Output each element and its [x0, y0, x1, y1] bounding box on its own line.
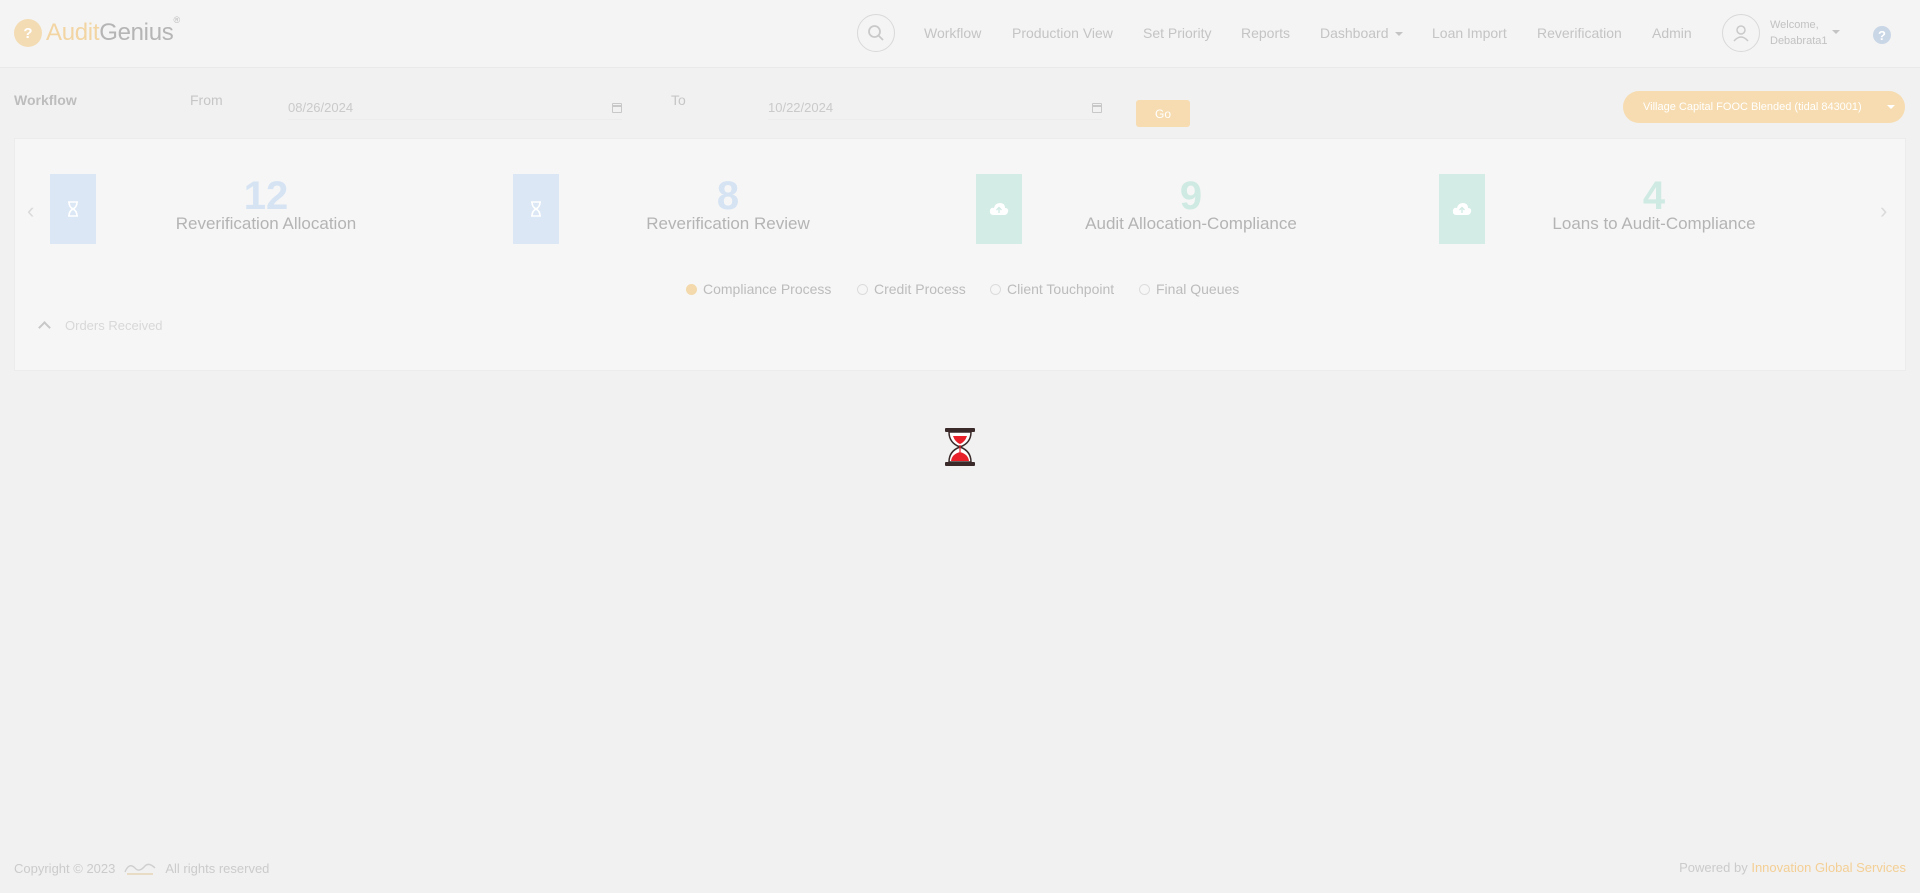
- stat-card-reverification-allocation[interactable]: 12 Reverification Allocation: [50, 174, 370, 244]
- radio-label: Compliance Process: [703, 281, 832, 297]
- client-select[interactable]: Village Capital FOOC Blended (tidal 8430…: [1623, 91, 1905, 123]
- from-date-value: 08/26/2024: [288, 100, 354, 115]
- carousel-next-arrow-icon[interactable]: ›: [1880, 198, 1887, 224]
- main-nav: Workflow Production View Set Priority Re…: [0, 25, 1920, 45]
- user-icon: [1733, 25, 1749, 42]
- stat-label: Loans to Audit-Compliance: [1552, 214, 1756, 233]
- footer-copyright: Copyright © 2023 All rights reserved: [14, 860, 269, 876]
- top-header: ? AuditGenius® Workflow Production View …: [0, 0, 1920, 68]
- stat-value: 12: [243, 174, 289, 218]
- stat-label: Reverification Review: [646, 214, 810, 233]
- radio-label: Credit Process: [874, 281, 966, 297]
- page-title: Workflow: [14, 92, 77, 108]
- stat-label: Reverification Allocation: [175, 214, 357, 233]
- radio-dot: [1139, 283, 1150, 295]
- radio-dot: [990, 283, 1001, 295]
- stat-value: 9: [1179, 174, 1203, 218]
- user-welcome: Welcome,: [1770, 19, 1819, 31]
- user-name: Debabrata1: [1770, 35, 1828, 47]
- cloud-upload-icon: [989, 203, 1009, 215]
- workflow-panel: [14, 138, 1906, 371]
- radio-final-queues[interactable]: Final Queues: [1139, 281, 1239, 297]
- from-date-field[interactable]: 08/26/2024: [288, 98, 622, 120]
- client-select-value: Village Capital FOOC Blended (tidal 8430…: [1643, 101, 1862, 113]
- footer-powered-by: Powered by Innovation Global Services: [1679, 860, 1906, 875]
- rights-text: All rights reserved: [165, 860, 270, 876]
- nav-item-reverification[interactable]: Reverification: [1537, 25, 1622, 41]
- orders-received-label: Orders Received: [65, 318, 163, 333]
- nav-item-workflow[interactable]: Workflow: [924, 25, 981, 41]
- stat-card-icon-box: [513, 174, 559, 244]
- logo-trademark: ®: [173, 15, 180, 25]
- calendar-icon[interactable]: [612, 103, 622, 113]
- nav-item-set-priority[interactable]: Set Priority: [1143, 25, 1211, 41]
- nav-item-reports[interactable]: Reports: [1241, 25, 1290, 41]
- stat-card-icon-box: [976, 174, 1022, 244]
- hourglass-icon: [531, 201, 541, 217]
- radio-label: Final Queues: [1156, 281, 1240, 297]
- chevron-up-icon: [38, 321, 51, 334]
- nav-item-admin[interactable]: Admin: [1652, 25, 1692, 41]
- calendar-icon[interactable]: [1092, 103, 1102, 113]
- stat-card-loans-to-audit-compliance[interactable]: 4 Loans to Audit-Compliance: [1439, 174, 1759, 244]
- process-filter-group: Compliance Process Credit Process Client…: [0, 281, 1920, 301]
- stat-value: 4: [1642, 174, 1666, 218]
- powered-by-text: Powered by: [1679, 860, 1748, 875]
- radio-client-touchpoint[interactable]: Client Touchpoint: [990, 281, 1114, 297]
- stat-card-audit-allocation-compliance[interactable]: 9 Audit Allocation-Compliance: [976, 174, 1297, 244]
- nav-item-production-view[interactable]: Production View: [1012, 25, 1113, 41]
- to-date-field[interactable]: 10/22/2024: [768, 98, 1102, 120]
- go-button[interactable]: Go: [1136, 100, 1190, 127]
- stat-value: 8: [716, 174, 740, 218]
- nav-item-loan-import[interactable]: Loan Import: [1432, 25, 1507, 41]
- company-logo-icon: [124, 863, 156, 875]
- stat-label: Audit Allocation-Compliance: [1085, 214, 1297, 233]
- nav-item-dashboard-label: Dashboard: [1320, 25, 1389, 41]
- company-link[interactable]: Innovation Global Services: [1751, 860, 1906, 875]
- user-menu-chevron-down-icon[interactable]: [1832, 30, 1840, 34]
- nav-item-dashboard[interactable]: Dashboard: [1320, 25, 1403, 41]
- stat-card-icon-box: [50, 174, 96, 244]
- hourglass-icon: [68, 201, 78, 217]
- copyright-text: Copyright © 2023: [14, 860, 116, 876]
- carousel-prev-arrow-icon[interactable]: ‹: [27, 198, 34, 224]
- hourglass-loading-icon: [944, 428, 976, 466]
- orders-received-toggle[interactable]: Orders Received: [38, 318, 163, 334]
- chevron-down-icon: [1394, 32, 1403, 37]
- to-label: To: [671, 92, 686, 108]
- user-avatar[interactable]: [1722, 14, 1760, 52]
- radio-dot: [686, 283, 697, 295]
- cloud-upload-icon: [1452, 203, 1472, 215]
- help-icon[interactable]: ?: [1873, 26, 1891, 44]
- stat-card-reverification-review[interactable]: 8 Reverification Review: [513, 174, 833, 244]
- user-menu[interactable]: Welcome, Debabrata1: [1770, 17, 1828, 49]
- radio-label: Client Touchpoint: [1007, 281, 1115, 297]
- radio-credit-process[interactable]: Credit Process: [857, 281, 966, 297]
- chevron-down-icon: [1887, 105, 1895, 109]
- radio-compliance-process[interactable]: Compliance Process: [686, 281, 831, 297]
- from-label: From: [190, 92, 223, 108]
- stat-card-icon-box: [1439, 174, 1485, 244]
- radio-dot: [857, 283, 868, 295]
- to-date-value: 10/22/2024: [768, 100, 834, 115]
